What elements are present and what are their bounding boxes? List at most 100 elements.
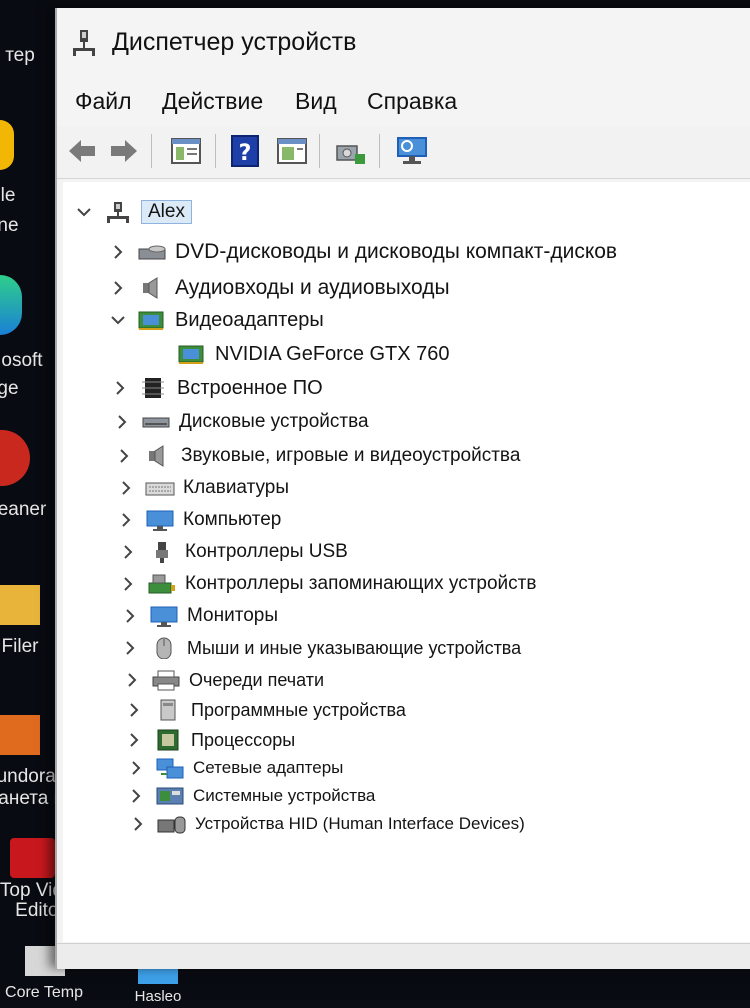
menu-bar: Файл Действие Вид Справка xyxy=(57,78,750,126)
chevron-right-icon[interactable] xyxy=(127,787,145,805)
printer-icon xyxy=(152,670,180,691)
desktop-icon-label[interactable]: Core Temp xyxy=(0,982,94,1004)
device-manager-icon xyxy=(73,30,95,56)
tree-category-item[interactable]: Процессоры xyxy=(125,726,295,754)
desktop-app-icon[interactable] xyxy=(0,120,14,170)
menu-action[interactable]: Действие xyxy=(162,88,263,115)
chevron-right-icon[interactable] xyxy=(109,243,127,261)
menu-view[interactable]: Вид xyxy=(295,88,337,115)
tree-category-item[interactable]: Системные устройства xyxy=(127,782,375,810)
category-label: Мониторы xyxy=(187,605,278,626)
desktop-icon-label[interactable]: ne xyxy=(0,215,58,237)
desktop-label: ne xyxy=(0,215,19,236)
tree-category-item[interactable]: Видеоадаптеры xyxy=(109,306,324,334)
category-label: Мыши и иные указывающие устройства xyxy=(187,637,522,658)
chevron-right-icon[interactable] xyxy=(109,279,127,297)
status-bar xyxy=(57,943,750,969)
desktop-icon-label[interactable]: le xyxy=(0,185,58,207)
filer-folder-icon[interactable] xyxy=(0,585,40,625)
category-label: Очереди печати xyxy=(189,669,325,690)
category-label: Устройства HID (Human Interface Devices) xyxy=(195,814,525,833)
mouse-icon xyxy=(156,637,172,659)
chevron-right-icon[interactable] xyxy=(121,607,139,625)
display-adapter-icon xyxy=(178,345,204,364)
tree-category-item[interactable]: Мыши и иные указывающие устройства xyxy=(121,634,521,662)
tree-root-label: Alex xyxy=(141,200,192,224)
chevron-right-icon[interactable] xyxy=(113,413,131,431)
category-label: Дисковые устройства xyxy=(179,411,369,432)
tree-category-item[interactable]: Дисковые устройства xyxy=(113,408,369,436)
chevron-right-icon[interactable] xyxy=(117,479,135,497)
chevron-right-icon[interactable] xyxy=(111,379,129,397)
tree-category-item[interactable]: DVD-дисководы и дисководы компакт-дисков xyxy=(109,238,617,266)
chevron-right-icon[interactable] xyxy=(121,639,139,657)
properties-icon[interactable] xyxy=(275,134,309,168)
category-label: Сетевые адаптеры xyxy=(193,758,344,777)
monitor-icon xyxy=(150,606,178,627)
forward-arrow-icon[interactable] xyxy=(107,134,141,168)
tree-category-item[interactable]: Программные устройства xyxy=(125,696,406,724)
tree-category-item[interactable]: Контроллеры USB xyxy=(119,538,348,566)
desktop-icon-label[interactable]: Hasleo xyxy=(108,986,208,1008)
chevron-down-icon[interactable] xyxy=(75,203,93,221)
gundora-icon[interactable] xyxy=(0,715,40,755)
chevron-right-icon[interactable] xyxy=(127,759,145,777)
speaker-icon xyxy=(149,445,164,467)
tree-category-item[interactable]: Встроенное ПО xyxy=(111,374,323,402)
tree-device-item[interactable]: NVIDIA GeForce GTX 760 xyxy=(167,340,450,368)
category-label: DVD-дисководы и дисководы компакт-дисков xyxy=(175,240,618,263)
category-label: Контроллеры USB xyxy=(185,541,348,562)
chevron-down-icon[interactable] xyxy=(109,311,127,329)
window-title: Диспетчер устройств xyxy=(112,28,357,56)
tree-category-item[interactable]: Контроллеры запоминающих устройств xyxy=(119,570,536,598)
toolbar-separator xyxy=(215,134,216,168)
dvd-drive-icon xyxy=(138,245,166,260)
chevron-right-icon[interactable] xyxy=(119,575,137,593)
usb-icon xyxy=(156,542,168,563)
ccleaner-icon[interactable] xyxy=(0,430,30,486)
help-icon[interactable]: ? xyxy=(229,134,263,168)
edge-icon[interactable] xyxy=(0,275,22,335)
tree-category-item[interactable]: Очереди печати xyxy=(123,666,324,694)
tree-category-item[interactable]: Компьютер xyxy=(117,506,281,534)
title-bar[interactable]: Диспетчер устройств xyxy=(57,8,750,78)
back-arrow-icon[interactable] xyxy=(65,134,99,168)
svg-text:?: ? xyxy=(239,141,252,166)
chevron-right-icon[interactable] xyxy=(117,511,135,529)
tree-category-item[interactable]: Мониторы xyxy=(121,602,278,630)
chevron-right-icon[interactable] xyxy=(115,447,133,465)
device-label: NVIDIA GeForce GTX 760 xyxy=(215,342,450,365)
desktop-icon-label[interactable]: ge xyxy=(0,378,58,400)
menu-help[interactable]: Справка xyxy=(367,88,457,115)
network-adapter-icon xyxy=(156,758,184,779)
category-label: Аудиовходы и аудиовыходы xyxy=(175,276,450,299)
category-label: Компьютер xyxy=(183,509,282,530)
tree-category-item[interactable]: Сетевые адаптеры xyxy=(127,754,343,782)
category-label: Клавиатуры xyxy=(183,477,290,498)
disk-drive-icon xyxy=(142,417,170,428)
tree-category-item[interactable]: Звуковые, игровые и видеоустройства xyxy=(115,442,520,470)
scan-hardware-icon[interactable] xyxy=(333,134,367,168)
hid-icon xyxy=(157,816,186,834)
show-hide-console-tree-icon[interactable] xyxy=(169,134,203,168)
desktop-label: ge xyxy=(0,378,19,399)
chevron-right-icon[interactable] xyxy=(125,701,143,719)
chevron-right-icon[interactable] xyxy=(129,815,147,833)
category-label: Видеоадаптеры xyxy=(175,308,324,331)
chevron-right-icon[interactable] xyxy=(119,543,137,561)
chevron-right-icon[interactable] xyxy=(123,671,141,689)
tree-category-item[interactable]: Устройства HID (Human Interface Devices) xyxy=(129,810,525,838)
category-label: Встроенное ПО xyxy=(177,376,323,399)
tree-category-item[interactable]: Аудиовходы и аудиовыходы xyxy=(109,274,450,302)
keyboard-icon xyxy=(145,482,175,496)
menu-file[interactable]: Файл xyxy=(75,88,132,115)
tree-root-computer[interactable]: Alex xyxy=(75,198,192,226)
tree-category-item[interactable]: Клавиатуры xyxy=(117,474,289,502)
toolbar-separator xyxy=(379,134,380,168)
category-label: Контроллеры запоминающих устройств xyxy=(185,573,537,594)
system-device-icon xyxy=(156,787,184,805)
monitor-display-icon[interactable] xyxy=(395,134,429,168)
top-video-editor-icon[interactable] xyxy=(10,838,55,878)
chevron-right-icon[interactable] xyxy=(125,731,143,749)
software-device-icon xyxy=(160,699,176,721)
